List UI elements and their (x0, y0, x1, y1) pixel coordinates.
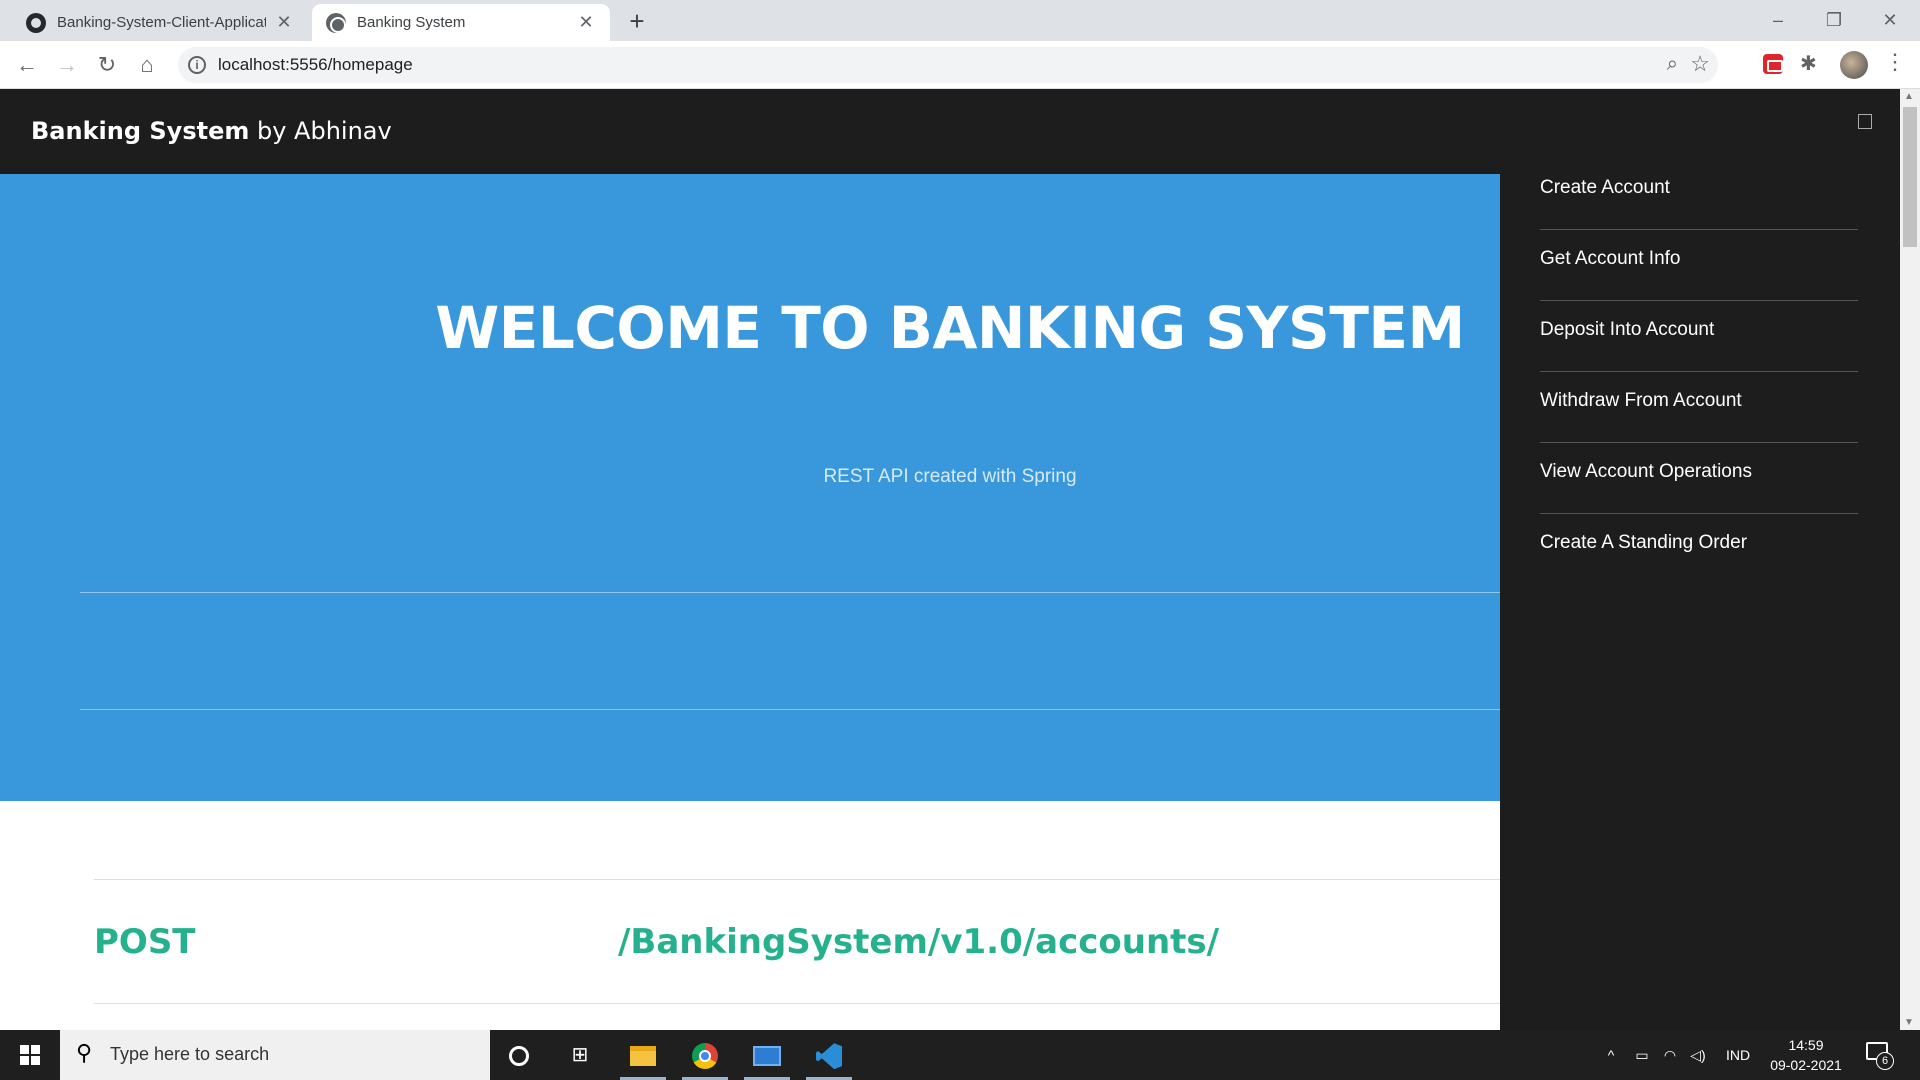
github-icon (26, 12, 46, 33)
browser-tab-github[interactable]: Banking-System-Client-Application ✕ (12, 4, 308, 41)
page-viewport: Banking System by Abhinav WELCOME TO BAN… (0, 89, 1900, 1030)
wifi-icon[interactable]: ◠ (1658, 1030, 1682, 1080)
page-scrollbar[interactable]: ▲ ▼ (1900, 89, 1920, 1030)
vscode-icon[interactable] (802, 1030, 856, 1080)
browser-tab-banking[interactable]: Banking System ✕ (312, 4, 610, 41)
globe-icon (326, 12, 346, 33)
scroll-up-icon[interactable]: ▲ (1904, 91, 1914, 102)
bookmark-star-icon[interactable]: ☆ (1690, 51, 1710, 77)
search-placeholder: Type here to search (110, 1044, 270, 1064)
cortana-icon[interactable] (492, 1030, 546, 1080)
reload-icon[interactable]: ↻ (91, 49, 123, 81)
close-tab-icon[interactable]: ✕ (274, 12, 294, 33)
menu-item-standing-order[interactable]: Create A Standing Order (1540, 514, 1858, 585)
tab-title: Banking-System-Client-Application (57, 14, 266, 31)
menu-item-deposit[interactable]: Deposit Into Account (1540, 301, 1858, 372)
notification-count-badge: 6 (1876, 1052, 1894, 1070)
extensions-puzzle-icon[interactable]: ✱ (1800, 51, 1817, 76)
tray-expand-icon[interactable]: ^ (1600, 1030, 1622, 1080)
new-tab-button[interactable]: + (622, 6, 652, 36)
info-icon[interactable]: i (188, 56, 206, 74)
task-view-icon[interactable]: ⊞ (553, 1030, 607, 1080)
menu-item-view-operations[interactable]: View Account Operations (1540, 443, 1858, 514)
scrollbar-thumb[interactable] (1903, 107, 1917, 247)
chrome-icon[interactable] (678, 1030, 732, 1080)
browser-toolbar: ← → ↻ ⌂ i localhost:5556/homepage ⌕ ☆ ✱ … (0, 41, 1920, 89)
windows-start-icon[interactable] (0, 1030, 60, 1080)
close-tab-icon[interactable]: ✕ (576, 12, 596, 33)
brand-name: Banking System (31, 117, 250, 145)
clock-time: 14:59 (1788, 1037, 1824, 1053)
menu-item-withdraw[interactable]: Withdraw From Account (1540, 372, 1858, 443)
browser-tab-strip: Banking-System-Client-Application ✕ Bank… (0, 0, 1920, 41)
file-explorer-icon[interactable] (616, 1030, 670, 1080)
http-method-label: POST (94, 922, 196, 962)
divider (94, 879, 1500, 880)
address-bar[interactable]: i localhost:5556/homepage ⌕ ☆ (178, 47, 1718, 83)
language-indicator[interactable]: IND (1718, 1030, 1758, 1080)
divider (80, 592, 1500, 593)
taskbar: ⚲ Type here to search ⊞ ^ ▭ ◠ ◁) IND 14:… (0, 1030, 1920, 1080)
sidebar-menu: Create Account Get Account Info Deposit … (1500, 89, 1900, 1030)
tab-title: Banking System (357, 14, 466, 31)
taskbar-search-input[interactable]: ⚲ Type here to search (60, 1030, 490, 1080)
close-window-icon[interactable]: ✕ (1870, 6, 1910, 34)
back-icon[interactable]: ← (11, 49, 43, 81)
brand-author: by Abhinav (249, 117, 392, 145)
restore-icon[interactable]: ❐ (1814, 6, 1854, 34)
url-text[interactable]: localhost:5556/homepage (218, 55, 413, 75)
battery-icon[interactable]: ▭ (1630, 1030, 1654, 1080)
menu-item-create-account[interactable]: Create Account (1540, 159, 1858, 230)
zoom-icon[interactable]: ⌕ (1667, 53, 1678, 76)
forward-icon[interactable]: → (51, 49, 83, 81)
endpoint-path: /BankingSystem/v1.0/accounts/ (618, 922, 1220, 962)
close-menu-icon[interactable] (1858, 114, 1872, 129)
divider (94, 1003, 1500, 1004)
system-clock[interactable]: 14:59 09-02-2021 (1760, 1035, 1852, 1075)
profile-avatar[interactable] (1840, 51, 1868, 79)
site-brand[interactable]: Banking System by Abhinav (31, 117, 392, 145)
clock-date: 09-02-2021 (1770, 1057, 1842, 1073)
scroll-down-icon[interactable]: ▼ (1904, 1017, 1914, 1028)
remote-desktop-icon[interactable] (740, 1030, 794, 1080)
search-icon: ⚲ (76, 1040, 93, 1065)
extension-icon[interactable] (1763, 54, 1783, 74)
browser-menu-icon[interactable]: ⋮ (1884, 49, 1906, 75)
volume-icon[interactable]: ◁) (1686, 1030, 1710, 1080)
divider (80, 709, 1500, 710)
menu-item-get-account-info[interactable]: Get Account Info (1540, 230, 1858, 301)
minimize-icon[interactable]: – (1758, 6, 1798, 34)
home-icon[interactable]: ⌂ (131, 49, 163, 81)
